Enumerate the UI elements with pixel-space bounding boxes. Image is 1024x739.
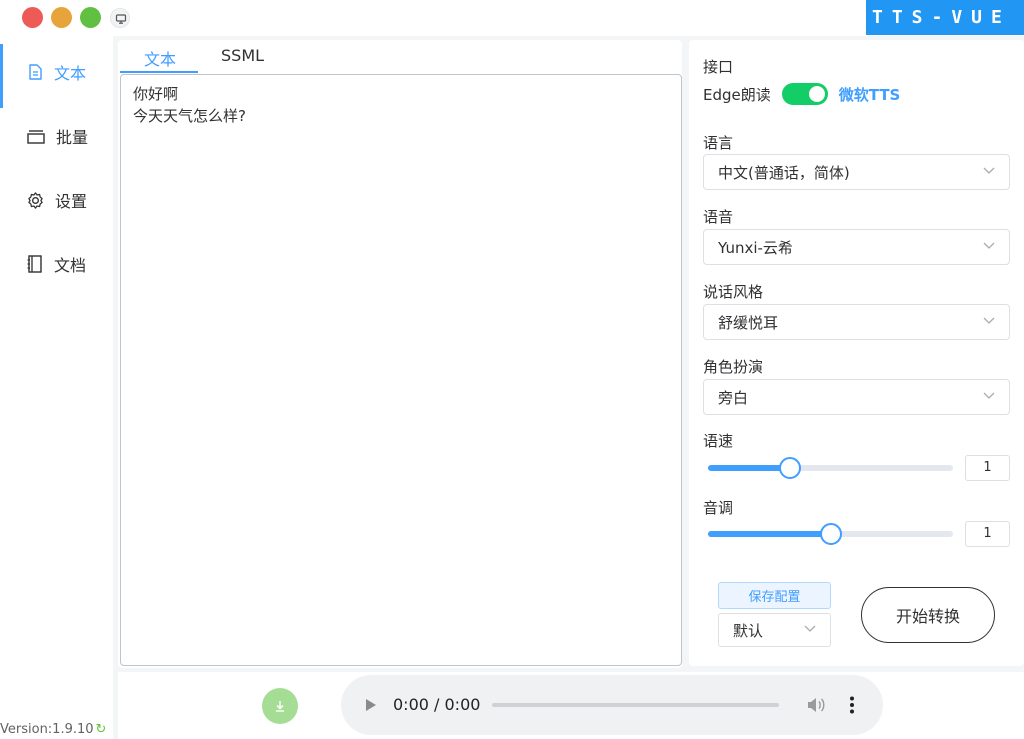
volume-icon[interactable] <box>806 696 826 714</box>
chevron-down-icon <box>983 392 995 399</box>
maximize-window-button[interactable] <box>80 7 101 28</box>
sidebar-item-batch[interactable]: 批量 <box>0 104 113 168</box>
refresh-icon[interactable]: ↻ <box>96 722 107 737</box>
chevron-down-icon <box>983 167 995 174</box>
gear-icon <box>28 191 43 209</box>
download-button[interactable] <box>262 688 298 724</box>
sidebar-item-settings[interactable]: 设置 <box>0 168 113 232</box>
settings-panel: 接口 Edge朗读 微软TTS 语言 中文(普通话，简体) 语音 Yunxi-云… <box>689 40 1024 666</box>
api-toggle-row: Edge朗读 微软TTS <box>703 83 900 105</box>
sidebar: 文本 批量 设置 文档 <box>0 36 113 739</box>
rate-input[interactable]: 1 <box>965 455 1010 481</box>
sidebar-item-label: 文档 <box>54 256 87 275</box>
api-label: 接口 <box>703 58 734 76</box>
pitch-label: 音调 <box>703 499 734 517</box>
version-text: Version:1.9.10 <box>0 722 94 737</box>
sidebar-item-label: 设置 <box>55 192 88 211</box>
start-convert-button[interactable]: 开始转换 <box>861 587 995 643</box>
more-options-icon[interactable] <box>849 695 855 715</box>
style-value: 舒缓悦耳 <box>718 313 779 332</box>
rate-slider-fill <box>708 465 791 471</box>
text-input-area[interactable]: 你好啊 今天天气怎么样? <box>120 74 682 666</box>
title-bar: TTS-VUE <box>0 0 1024 36</box>
rate-slider[interactable] <box>708 457 953 479</box>
bottom-bar: 0:00 / 0:00 <box>118 672 1024 739</box>
voice-label: 语音 <box>703 208 734 226</box>
audio-player: 0:00 / 0:00 <box>341 675 883 735</box>
sidebar-item-label: 批量 <box>56 128 89 147</box>
edge-label: Edge朗读 <box>703 85 771 104</box>
api-toggle-switch[interactable] <box>781 83 828 105</box>
ms-tts-label: 微软TTS <box>838 85 901 104</box>
active-tab-indicator <box>120 71 198 73</box>
seek-bar[interactable] <box>492 703 779 707</box>
style-label: 说话风格 <box>703 283 764 301</box>
language-select[interactable]: 中文(普通话，简体) <box>703 154 1010 190</box>
style-select[interactable]: 舒缓悦耳 <box>703 304 1010 340</box>
language-value: 中文(普通话，简体) <box>718 163 850 182</box>
sidebar-item-docs[interactable]: 文档 <box>0 232 113 296</box>
rate-label: 语速 <box>703 432 734 450</box>
close-window-button[interactable] <box>22 7 43 28</box>
version-label: Version:1.9.10 ↻ <box>0 722 113 737</box>
language-label: 语言 <box>703 134 734 152</box>
play-icon[interactable] <box>365 698 377 712</box>
document-icon <box>29 64 42 80</box>
voice-value: Yunxi-云希 <box>718 238 793 257</box>
toggle-knob <box>808 86 825 102</box>
stack-icon <box>27 130 45 144</box>
editor-tabs: 文本 SSML <box>118 40 682 74</box>
rate-slider-thumb[interactable] <box>779 457 802 479</box>
minimize-window-button[interactable] <box>51 7 72 28</box>
chevron-down-icon <box>983 317 995 324</box>
pitch-input[interactable]: 1 <box>965 521 1010 547</box>
tab-text[interactable]: 文本 <box>144 46 176 70</box>
sidebar-item-text[interactable]: 文本 <box>0 40 113 108</box>
role-select[interactable]: 旁白 <box>703 379 1010 415</box>
monitor-icon <box>115 14 127 24</box>
tab-ssml[interactable]: SSML <box>221 46 264 65</box>
pitch-slider[interactable] <box>708 523 953 545</box>
pin-window-button[interactable] <box>110 8 130 28</box>
notebook-icon <box>27 255 42 273</box>
app-brand: TTS-VUE <box>866 0 1024 35</box>
preset-select[interactable]: 默认 <box>718 613 831 647</box>
pitch-slider-thumb[interactable] <box>819 523 842 545</box>
playback-time: 0:00 / 0:00 <box>393 695 481 714</box>
role-label: 角色扮演 <box>703 358 764 376</box>
preset-value: 默认 <box>733 621 764 640</box>
pitch-slider-fill <box>708 531 831 537</box>
chevron-down-icon <box>804 625 816 632</box>
voice-select[interactable]: Yunxi-云希 <box>703 229 1010 265</box>
chevron-down-icon <box>983 242 995 249</box>
sidebar-item-label: 文本 <box>54 64 87 83</box>
editor-panel: 文本 SSML 你好啊 今天天气怎么样? <box>118 40 682 668</box>
save-config-button[interactable]: 保存配置 <box>718 582 831 609</box>
download-icon <box>276 701 284 712</box>
role-value: 旁白 <box>718 388 749 407</box>
